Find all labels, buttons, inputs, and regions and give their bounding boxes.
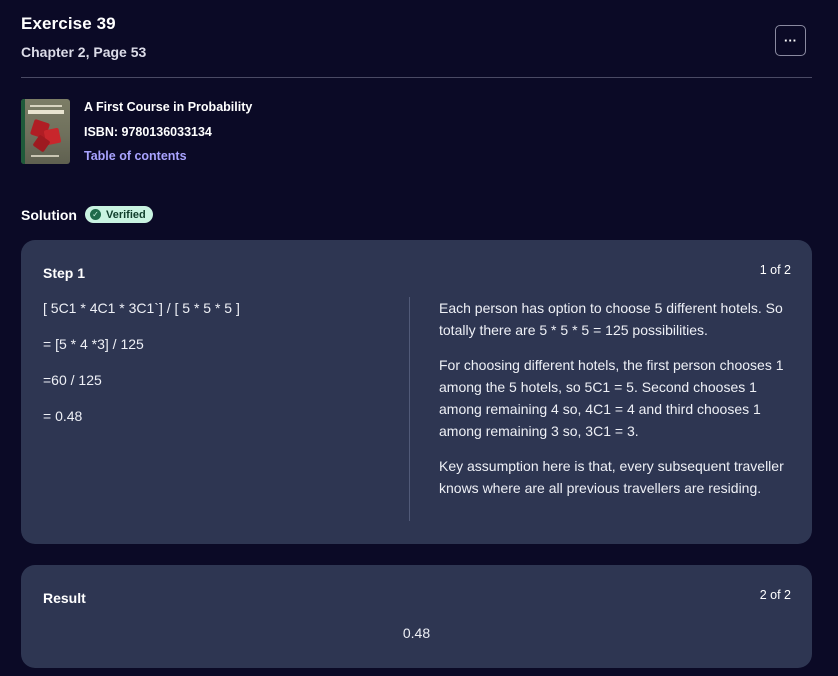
solution-header: Solution ✓ Verified: [21, 206, 153, 223]
step-explanation: Each person has option to choose 5 diffe…: [439, 298, 799, 514]
exercise-title: Exercise 39: [21, 14, 116, 33]
book-isbn: ISBN: 9780136033134: [84, 125, 212, 139]
calculation-line: = 0.48: [43, 408, 83, 424]
column-divider: [409, 297, 410, 521]
explanation-paragraph: For choosing different hotels, the first…: [439, 357, 784, 439]
calculation-line: [ 5C1 * 4C1 * 3C1`] / [ 5 * 5 * 5 ]: [43, 300, 240, 316]
more-options-button[interactable]: ···: [775, 25, 806, 56]
result-counter: 2 of 2: [759, 588, 791, 602]
exercise-subtitle: Chapter 2, Page 53: [21, 44, 147, 60]
solution-label: Solution: [21, 206, 77, 223]
explanation-paragraph: Key assumption here is that, every subse…: [439, 458, 784, 496]
calculation-line: =60 / 125: [43, 372, 102, 388]
explanation-paragraph: Each person has option to choose 5 diffe…: [439, 300, 783, 338]
check-circle-icon: ✓: [90, 209, 101, 220]
result-value: 0.48: [402, 625, 431, 641]
ellipsis-icon: ···: [784, 33, 797, 48]
result-card: Result 2 of 2 0.48: [21, 565, 812, 668]
step-card: Step 1 1 of 2 [ 5C1 * 4C1 * 3C1`] / [ 5 …: [21, 240, 812, 544]
exercise-header: Exercise 39 Chapter 2, Page 53 ···: [21, 14, 806, 60]
step-label: Step 1: [43, 265, 86, 281]
verified-badge: ✓ Verified: [85, 206, 153, 223]
book-title[interactable]: A First Course in Probability: [84, 100, 384, 114]
header-divider: [21, 77, 812, 78]
calculation-line: = [5 * 4 *3] / 125: [43, 336, 144, 352]
result-label: Result: [43, 590, 86, 606]
step-calculation: [ 5C1 * 4C1 * 3C1`] / [ 5 * 5 * 5 ] = [5…: [43, 300, 393, 444]
table-of-contents-link[interactable]: Table of contents: [84, 149, 384, 163]
verified-badge-label: Verified: [106, 208, 146, 221]
step-counter: 1 of 2: [759, 263, 791, 277]
book-cover-image[interactable]: [21, 99, 70, 164]
